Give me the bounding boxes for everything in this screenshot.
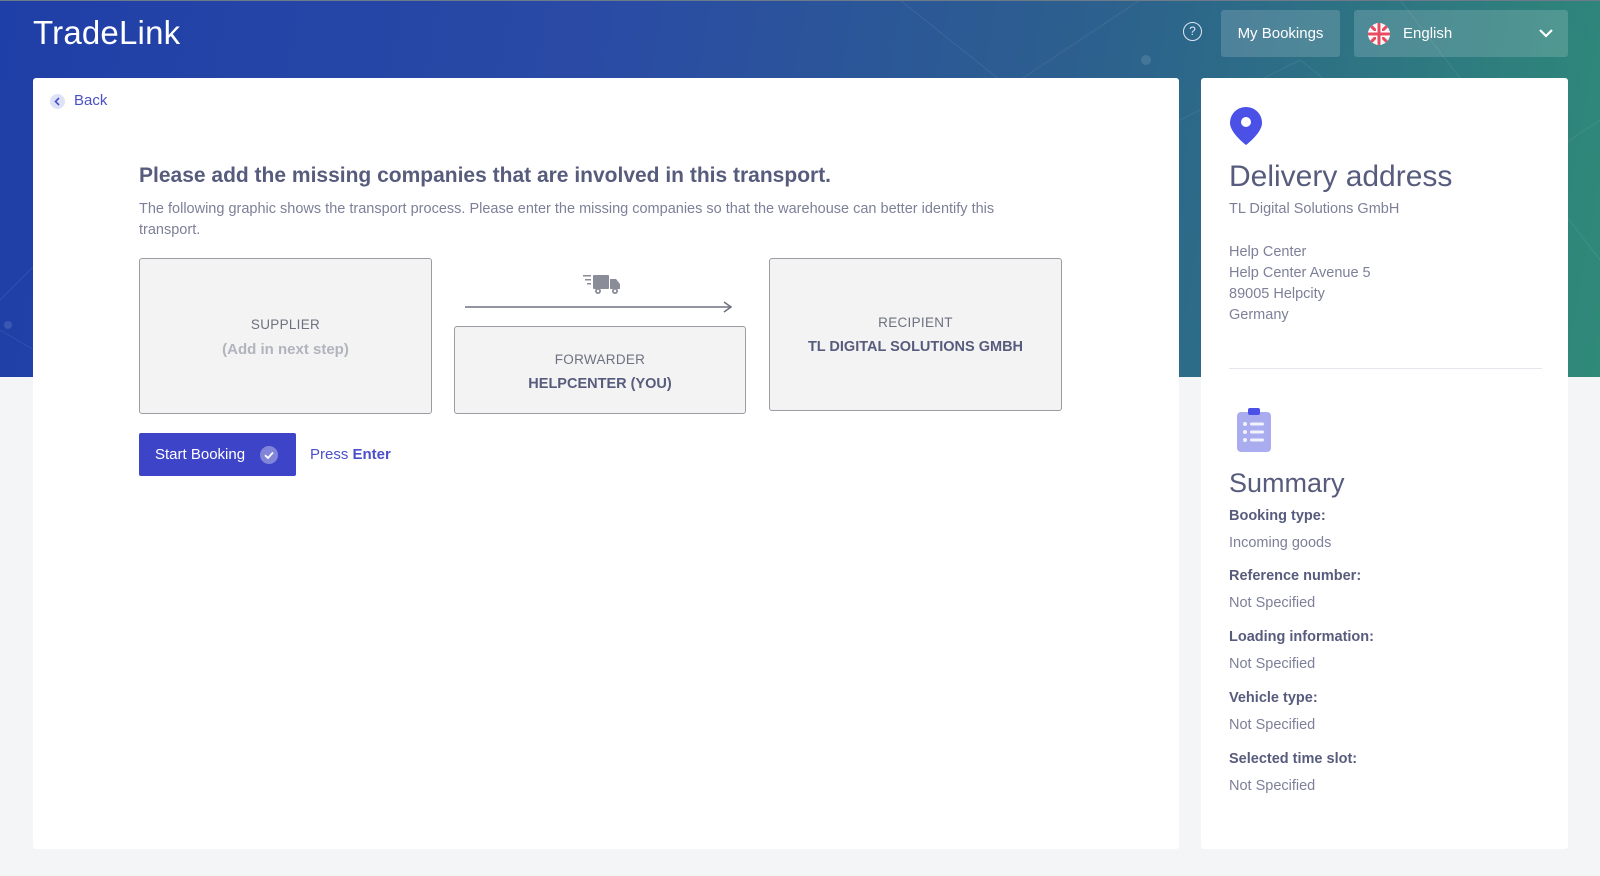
address-line: Germany xyxy=(1229,307,1289,323)
summary-label: Vehicle type: xyxy=(1229,690,1318,706)
main-card: Back Please add the missing companies th… xyxy=(33,78,1179,849)
recipient-role: RECIPIENT xyxy=(878,315,953,330)
forwarder-role: FORWARDER xyxy=(554,352,646,367)
page-title: Please add the missing companies that ar… xyxy=(139,164,832,187)
clipboard-list-icon xyxy=(1237,408,1271,457)
summary-label: Selected time slot: xyxy=(1229,751,1358,767)
page-description: The following graphic shows the transpor… xyxy=(139,201,995,238)
delivery-company: TL Digital Solutions GmbH xyxy=(1229,201,1400,217)
supplier-role: SUPPLIER xyxy=(250,317,321,332)
truck-icon xyxy=(583,272,623,303)
language-selected-value: English xyxy=(1403,25,1453,42)
my-bookings-button[interactable]: My Bookings xyxy=(1221,10,1340,57)
language-select[interactable]: English xyxy=(1354,10,1568,57)
summary-label: Reference number: xyxy=(1229,568,1362,584)
supplier-company: (Add in next step) xyxy=(222,341,349,358)
brand-logo[interactable]: TradeLink xyxy=(33,14,180,52)
delivery-title: Delivery address xyxy=(1229,160,1453,193)
chevron-left-icon xyxy=(50,94,65,109)
question-circle-icon[interactable]: ? xyxy=(1183,22,1202,41)
summary-value: Not Specified xyxy=(1229,717,1316,733)
keyboard-hint: Press Enter xyxy=(310,433,391,476)
address-line: Help Center xyxy=(1229,244,1307,260)
supplier-box: SUPPLIER (Add in next step) xyxy=(139,258,432,414)
chevron-down-icon xyxy=(1538,26,1554,44)
uk-flag-icon xyxy=(1368,23,1390,45)
summary-title: Summary xyxy=(1229,468,1345,498)
map-pin-icon xyxy=(1229,106,1263,151)
arrow-right-icon xyxy=(465,300,735,318)
start-booking-button[interactable]: Start Booking xyxy=(139,433,296,476)
recipient-company: TL DIGITAL SOLUTIONS GMBH xyxy=(807,339,1024,355)
start-booking-label: Start Booking xyxy=(155,446,246,463)
forwarder-box: FORWARDER HELPCENTER (YOU) xyxy=(454,326,746,414)
sidebar-card: Delivery address TL Digital Solutions Gm… xyxy=(1201,78,1568,849)
summary-label: Loading information: xyxy=(1229,629,1374,645)
press-key: Enter xyxy=(352,446,391,463)
summary-value: Not Specified xyxy=(1229,595,1316,611)
recipient-box: RECIPIENT TL DIGITAL SOLUTIONS GMBH xyxy=(769,258,1062,411)
back-label: Back xyxy=(74,92,108,109)
press-prefix: Press xyxy=(310,446,349,463)
forwarder-company: HELPCENTER (YOU) xyxy=(528,376,672,392)
sidebar-divider xyxy=(1229,368,1542,369)
check-circle-icon xyxy=(260,446,278,464)
summary-value: Incoming goods xyxy=(1229,535,1332,551)
address-line: Help Center Avenue 5 xyxy=(1229,265,1371,281)
summary-value: Not Specified xyxy=(1229,778,1316,794)
address-line: 89005 Helpcity xyxy=(1229,286,1325,302)
summary-value: Not Specified xyxy=(1229,656,1316,672)
summary-label: Booking type: xyxy=(1229,508,1326,524)
window-top-border xyxy=(0,0,1600,1)
